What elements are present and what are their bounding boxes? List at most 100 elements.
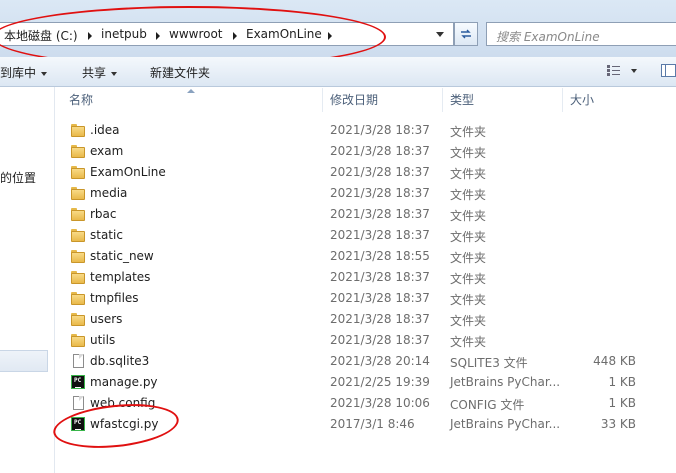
- file-name: .idea: [90, 123, 120, 137]
- file-modified-date: 2021/3/28 18:55: [330, 249, 430, 263]
- new-folder-button[interactable]: 新建文件夹: [150, 64, 210, 81]
- folder-icon: [70, 164, 86, 180]
- file-type: 文件夹: [450, 314, 487, 328]
- sort-ascending-icon: [187, 89, 195, 93]
- folder-icon: [70, 311, 86, 327]
- pycharm-icon: PC: [70, 374, 86, 390]
- file-name: media: [90, 186, 128, 200]
- folder-icon: [70, 143, 86, 159]
- file-name: db.sqlite3: [90, 354, 150, 368]
- file-modified-date: 2021/3/28 18:37: [330, 186, 430, 200]
- share-button[interactable]: 共享: [82, 64, 118, 81]
- view-options-caret-icon[interactable]: [631, 69, 637, 73]
- refresh-icon: [461, 29, 471, 39]
- refresh-button[interactable]: [454, 22, 478, 46]
- file-modified-date: 2021/3/28 18:37: [330, 270, 430, 284]
- file-name: rbac: [90, 207, 117, 221]
- file-row[interactable]: media 2021/3/28 18:37 文件夹: [60, 183, 676, 204]
- file-name: users: [90, 312, 123, 326]
- file-type: 文件夹: [450, 293, 487, 307]
- chevron-down-icon: [41, 71, 48, 76]
- file-size: 448 KB: [593, 354, 636, 368]
- file-type: 文件夹: [450, 209, 487, 223]
- file-row[interactable]: static 2021/3/28 18:37 文件夹: [60, 225, 676, 246]
- column-divider[interactable]: [442, 88, 443, 112]
- file-type: SQLITE3 文件: [450, 356, 528, 370]
- file-name: static: [90, 228, 123, 242]
- folder-icon: [70, 290, 86, 306]
- column-header-type[interactable]: 类型: [450, 88, 474, 112]
- file-modified-date: 2021/3/28 18:37: [330, 165, 430, 179]
- file-type: 文件夹: [450, 167, 487, 181]
- file-name: templates: [90, 270, 151, 284]
- folder-icon: [70, 248, 86, 264]
- folder-icon: [70, 227, 86, 243]
- file-row[interactable]: utils 2021/3/28 18:37 文件夹: [60, 330, 676, 351]
- column-header-size[interactable]: 大小: [570, 88, 594, 112]
- file-type: 文件夹: [450, 146, 487, 160]
- file-type: 文件夹: [450, 335, 487, 349]
- file-icon: [70, 353, 86, 369]
- file-name: manage.py: [90, 375, 158, 389]
- file-type: JetBrains PyChar...: [450, 417, 561, 431]
- file-row[interactable]: PC manage.py 2021/2/25 19:39 JetBrains PyCh…: [60, 372, 676, 393]
- column-header-name[interactable]: 名称: [69, 88, 93, 112]
- folder-icon: [70, 122, 86, 138]
- file-row[interactable]: exam 2021/3/28 18:37 文件夹: [60, 141, 676, 162]
- file-type: CONFIG 文件: [450, 398, 525, 412]
- file-row[interactable]: .idea 2021/3/28 18:37 文件夹: [60, 120, 676, 141]
- file-type: 文件夹: [450, 188, 487, 202]
- file-modified-date: 2021/3/28 18:37: [330, 312, 430, 326]
- pane-splitter[interactable]: [54, 87, 55, 473]
- file-name: utils: [90, 333, 116, 347]
- folder-icon: [70, 206, 86, 222]
- folder-icon: [70, 269, 86, 285]
- file-size: 1 KB: [608, 375, 636, 389]
- file-row[interactable]: db.sqlite3 2021/3/28 20:14 SQLITE3 文件 448 K…: [60, 351, 676, 372]
- include-in-library-label: 到库中: [0, 66, 37, 80]
- share-label: 共享: [82, 66, 107, 80]
- file-modified-date: 2021/3/28 18:37: [330, 144, 430, 158]
- search-input[interactable]: 搜索 ExamOnLine: [486, 22, 676, 46]
- file-row[interactable]: users 2021/3/28 18:37 文件夹: [60, 309, 676, 330]
- file-modified-date: 2021/3/28 18:37: [330, 228, 430, 242]
- file-modified-date: 2021/3/28 10:06: [330, 396, 430, 410]
- file-name: exam: [90, 144, 124, 158]
- nav-item-recent-places[interactable]: 的位置: [0, 169, 36, 186]
- file-modified-date: 2021/3/28 20:14: [330, 354, 430, 368]
- file-icon: [70, 395, 86, 411]
- address-dropdown-icon[interactable]: [436, 32, 444, 37]
- file-row[interactable]: static_new 2021/3/28 18:55 文件夹: [60, 246, 676, 267]
- file-size: 33 KB: [600, 417, 636, 431]
- file-type: 文件夹: [450, 272, 487, 286]
- view-options-icon[interactable]: [607, 65, 620, 76]
- file-size: 1 KB: [608, 396, 636, 410]
- file-modified-date: 2021/3/28 18:37: [330, 333, 430, 347]
- chevron-down-icon: [111, 71, 118, 76]
- file-modified-date: 2021/3/28 18:37: [330, 291, 430, 305]
- file-type: 文件夹: [450, 230, 487, 244]
- navigation-pane: 的位置: [0, 87, 54, 473]
- folder-icon: [70, 332, 86, 348]
- search-placeholder: 搜索 ExamOnLine: [496, 30, 600, 44]
- file-name: tmpfiles: [90, 291, 139, 305]
- file-name: ExamOnLine: [90, 165, 166, 179]
- file-row[interactable]: templates 2021/3/28 18:37 文件夹: [60, 267, 676, 288]
- nav-selected-item[interactable]: [0, 350, 48, 372]
- include-in-library-button[interactable]: 到库中: [0, 64, 48, 81]
- file-row[interactable]: ExamOnLine 2021/3/28 18:37 文件夹: [60, 162, 676, 183]
- column-divider[interactable]: [562, 88, 563, 112]
- column-header-modified[interactable]: 修改日期: [330, 88, 378, 112]
- column-divider[interactable]: [322, 88, 323, 112]
- file-modified-date: 2021/3/28 18:37: [330, 123, 430, 137]
- file-row[interactable]: tmpfiles 2021/3/28 18:37 文件夹: [60, 288, 676, 309]
- file-modified-date: 2017/3/1 8:46: [330, 417, 415, 431]
- file-modified-date: 2021/3/28 18:37: [330, 207, 430, 221]
- file-row[interactable]: rbac 2021/3/28 18:37 文件夹: [60, 204, 676, 225]
- file-name: static_new: [90, 249, 154, 263]
- file-type: 文件夹: [450, 251, 487, 265]
- folder-icon: [70, 185, 86, 201]
- preview-pane-icon[interactable]: [661, 64, 676, 77]
- file-list: .idea 2021/3/28 18:37 文件夹 exam 2021/3/28 18:…: [60, 120, 676, 435]
- file-type: JetBrains PyChar...: [450, 375, 561, 389]
